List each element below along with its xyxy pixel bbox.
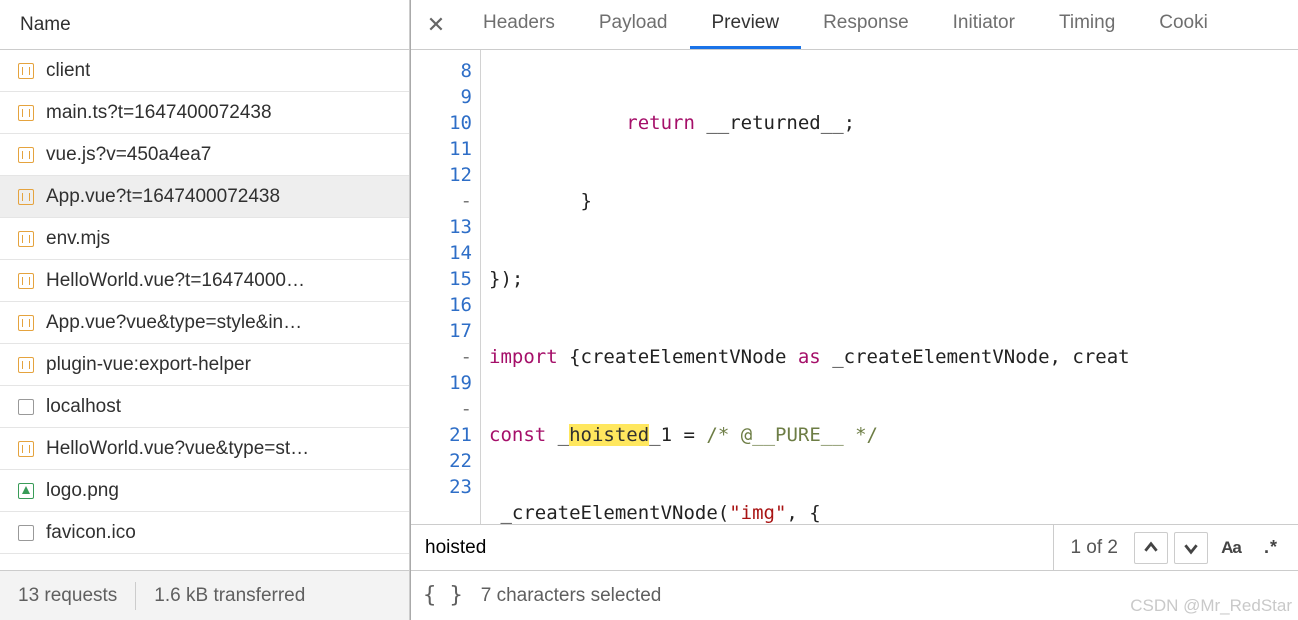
search-match-highlight: hoisted (569, 424, 649, 446)
line-number: 8 (411, 58, 472, 84)
file-item[interactable]: HelloWorld.vue?t=16474000… (0, 260, 409, 302)
script-file-icon (18, 315, 34, 331)
document-file-icon (18, 525, 34, 541)
file-item-label: plugin-vue:export-helper (46, 354, 251, 376)
file-item[interactable]: logo.png (0, 470, 409, 512)
tab-preview[interactable]: Preview (690, 0, 802, 49)
line-number: 10 (411, 110, 472, 136)
line-number: 16 (411, 292, 472, 318)
line-number: 21 (411, 422, 472, 448)
image-file-icon (18, 483, 34, 499)
script-file-icon (18, 273, 34, 289)
network-summary: 13 requests 1.6 kB transferred (0, 570, 410, 620)
script-file-icon (18, 189, 34, 205)
close-icon[interactable]: ✕ (411, 0, 461, 49)
status-bar: { } 7 characters selected CSDN @Mr_RedSt… (411, 570, 1298, 620)
match-case-button[interactable]: Aa (1214, 532, 1248, 564)
file-item[interactable]: favicon.ico (0, 512, 409, 554)
file-item[interactable]: localhost (0, 386, 409, 428)
file-item-label: client (46, 60, 90, 82)
file-list-header-label: Name (20, 14, 71, 36)
file-item-label: vue.js?v=450a4ea7 (46, 144, 211, 166)
prev-match-button[interactable] (1134, 532, 1168, 564)
file-item[interactable]: vue.js?v=450a4ea7 (0, 134, 409, 176)
line-number: 17 (411, 318, 472, 344)
search-bar: 1 of 2 Aa .* (411, 524, 1298, 570)
file-item[interactable]: App.vue?t=1647400072438 (0, 176, 409, 218)
file-item-label: favicon.ico (46, 522, 136, 544)
line-number: - (411, 396, 472, 422)
code-body[interactable]: return __returned__; } }); import {creat… (481, 50, 1298, 524)
file-item[interactable]: client (0, 50, 409, 92)
file-item-label: App.vue?vue&type=style&in… (46, 312, 302, 334)
tab-timing[interactable]: Timing (1037, 0, 1137, 49)
search-match-count: 1 of 2 (1060, 537, 1128, 559)
tabs-row: ✕ HeadersPayloadPreviewResponseInitiator… (411, 0, 1298, 50)
file-item-label: main.ts?t=1647400072438 (46, 102, 272, 124)
document-file-icon (18, 399, 34, 415)
next-match-button[interactable] (1174, 532, 1208, 564)
script-file-icon (18, 63, 34, 79)
line-number: 11 (411, 136, 472, 162)
requests-count: 13 requests (0, 585, 135, 607)
file-item[interactable]: App.vue?vue&type=style&in… (0, 302, 409, 344)
file-item[interactable]: plugin-vue:export-helper (0, 344, 409, 386)
line-number: 19 (411, 370, 472, 396)
script-file-icon (18, 441, 34, 457)
response-panel: ✕ HeadersPayloadPreviewResponseInitiator… (411, 0, 1298, 620)
transferred-size: 1.6 kB transferred (136, 585, 323, 607)
script-file-icon (18, 147, 34, 163)
tab-payload[interactable]: Payload (577, 0, 690, 49)
file-item-label: HelloWorld.vue?vue&type=st… (46, 438, 309, 460)
file-item[interactable]: main.ts?t=1647400072438 (0, 92, 409, 134)
watermark: CSDN @Mr_RedStar (1130, 596, 1292, 616)
line-number: 23 (411, 474, 472, 500)
line-number: 12 (411, 162, 472, 188)
file-item-label: App.vue?t=1647400072438 (46, 186, 280, 208)
line-number: 9 (411, 84, 472, 110)
file-list-header[interactable]: Name (0, 0, 410, 50)
script-file-icon (18, 231, 34, 247)
tab-initiator[interactable]: Initiator (931, 0, 1037, 49)
line-number: - (411, 188, 472, 214)
regex-button[interactable]: .* (1254, 532, 1288, 564)
file-item-label: HelloWorld.vue?t=16474000… (46, 270, 305, 292)
file-item[interactable]: HelloWorld.vue?vue&type=st… (0, 428, 409, 470)
selection-status: 7 characters selected (481, 585, 662, 607)
script-file-icon (18, 105, 34, 121)
tab-response[interactable]: Response (801, 0, 931, 49)
file-item-label: localhost (46, 396, 121, 418)
network-file-panel: Name client main.ts?t=1647400072438 vue.js… (0, 0, 411, 620)
file-item-label: env.mjs (46, 228, 110, 250)
file-list: client main.ts?t=1647400072438 vue.js?v=45… (0, 50, 410, 570)
tab-cooki[interactable]: Cooki (1137, 0, 1230, 49)
line-number: 13 (411, 214, 472, 240)
line-number: 14 (411, 240, 472, 266)
pretty-print-icon[interactable]: { } (423, 583, 463, 608)
line-number: - (411, 344, 472, 370)
script-file-icon (18, 357, 34, 373)
file-item-label: logo.png (46, 480, 119, 502)
line-number: 15 (411, 266, 472, 292)
line-gutter: 89101112-1314151617-19-212223 (411, 50, 481, 524)
line-number: 22 (411, 448, 472, 474)
code-preview[interactable]: 89101112-1314151617-19-212223 return __r… (411, 50, 1298, 524)
search-input[interactable] (411, 525, 1054, 570)
tab-headers[interactable]: Headers (461, 0, 577, 49)
file-item[interactable]: env.mjs (0, 218, 409, 260)
